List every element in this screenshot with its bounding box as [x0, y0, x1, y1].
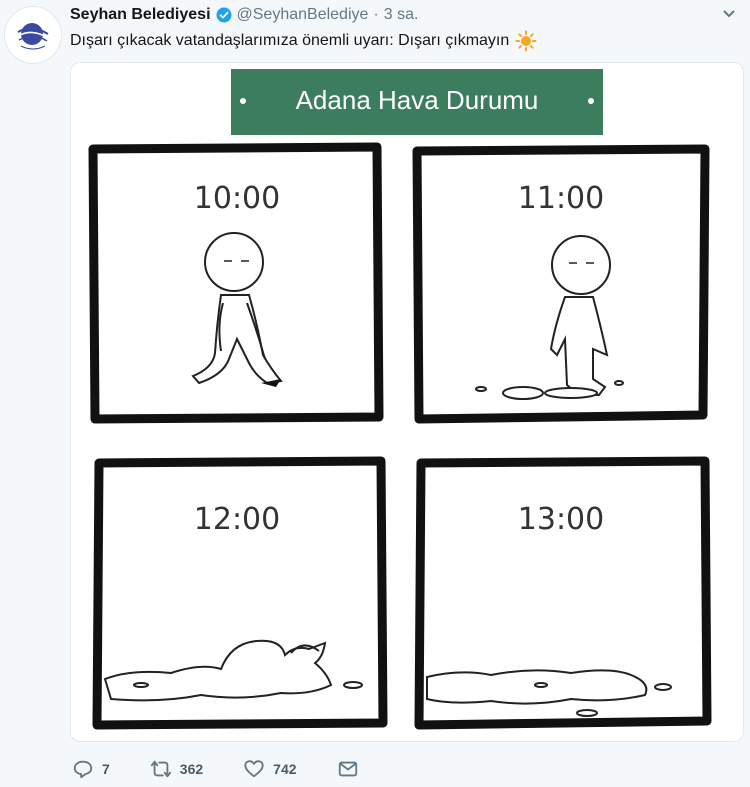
separator-dot: · [373, 6, 379, 23]
comic-panel-2: 11:00 [412, 144, 710, 424]
comic-panel-1: 10:00 [88, 142, 384, 424]
comic-panel-3: 12:00 [92, 456, 388, 730]
tweet-text: Dışarı çıkacak vatandaşlarımıza önemli u… [70, 30, 537, 52]
retweet-count: 362 [179, 761, 204, 777]
envelope-icon [338, 761, 357, 777]
reply-count: 7 [102, 761, 110, 777]
comic-image: Adana Hava Durumu 10:00 11:00 12:00 13:0… [88, 69, 712, 730]
comic-panel-4: 13:00 [414, 456, 712, 730]
like-count: 742 [273, 761, 297, 777]
sun-emoji-icon [515, 30, 537, 52]
reply-icon [73, 760, 93, 779]
reply-button[interactable]: 7 [72, 758, 110, 780]
tweet[interactable]: Seyhan Belediyesi @SeyhanBelediye · 3 sa… [0, 0, 750, 787]
heart-icon [244, 760, 264, 778]
panel-time-label: 12:00 [194, 502, 280, 537]
like-button[interactable]: 742 [243, 758, 297, 780]
panel-time-label: 10:00 [194, 181, 280, 216]
tweet-timestamp[interactable]: 3 sa. [384, 6, 419, 24]
verified-badge-icon [216, 7, 232, 23]
banner-dot-left [240, 98, 246, 104]
panel-time-label: 11:00 [518, 181, 604, 216]
tweet-header: Seyhan Belediyesi @SeyhanBelediye · 3 sa… [70, 4, 418, 26]
direct-message-button[interactable] [337, 758, 359, 780]
avatar[interactable] [4, 6, 62, 64]
author-name[interactable]: Seyhan Belediyesi [70, 6, 211, 24]
seyhan-logo-icon [11, 13, 55, 57]
tweet-text-content: Dışarı çıkacak vatandaşlarımıza önemli u… [70, 32, 510, 49]
panel-time-label: 13:00 [518, 502, 604, 537]
tweet-media-image[interactable]: Adana Hava Durumu 10:00 11:00 12:00 13:0… [70, 62, 744, 742]
banner-title: Adana Hava Durumu [296, 85, 539, 115]
tweet-actions: 7 362 742 [72, 756, 399, 782]
title-banner: Adana Hava Durumu [231, 69, 603, 135]
banner-dot-right [588, 98, 594, 104]
retweet-button[interactable]: 362 [150, 758, 203, 780]
chevron-down-icon[interactable] [722, 6, 736, 22]
retweet-icon [150, 760, 171, 778]
author-handle[interactable]: @SeyhanBelediye [237, 6, 369, 24]
